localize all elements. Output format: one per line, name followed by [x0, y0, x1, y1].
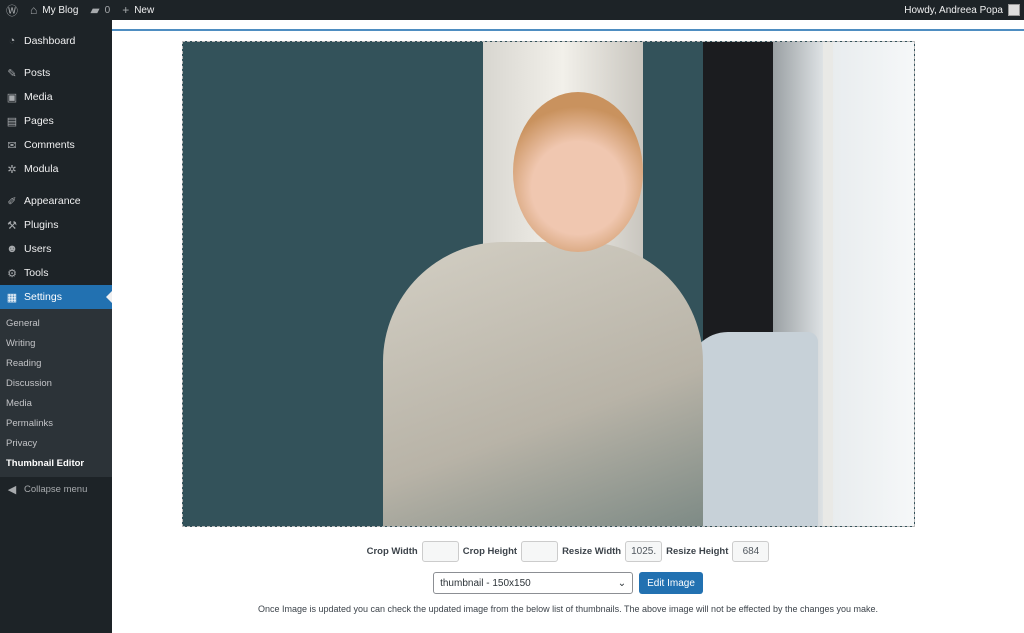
submenu-item-discussion[interactable]: Discussion — [0, 373, 112, 393]
sidebar-item-label: Tools — [24, 267, 49, 279]
dashboard-icon: ◔ — [8, 35, 16, 47]
info-note: Once Image is updated you can check the … — [257, 604, 879, 614]
sidebar-item-label: Dashboard — [24, 35, 76, 47]
resize-width-input[interactable]: 1025. — [625, 541, 663, 562]
sidebar-item-media[interactable]: ▣ Media — [0, 85, 112, 109]
howdy-text: Howdy, Andreea Popa — [904, 4, 1003, 16]
submenu-item-permalinks[interactable]: Permalinks — [0, 413, 112, 433]
wordpress-logo-button[interactable]: Ⓦ — [0, 0, 24, 20]
sidebar-item-label: Appearance — [24, 195, 81, 207]
submenu-item-media[interactable]: Media — [0, 393, 112, 413]
resize-height-input[interactable]: 684 — [732, 541, 770, 562]
sidebar-item-modula[interactable]: ✲ Modula — [0, 157, 112, 181]
posts-icon: ✎ — [7, 67, 17, 80]
users-icon: ☻ — [6, 243, 18, 255]
resize-width-label: Resize Width — [562, 546, 622, 557]
collapse-icon: ◀ — [7, 483, 17, 496]
plus-icon: + — [122, 3, 130, 17]
site-link[interactable]: ⌂ My Blog — [24, 0, 84, 20]
crop-width-input[interactable] — [421, 541, 459, 562]
divider — [112, 29, 1024, 31]
new-label: New — [134, 4, 155, 16]
image-preview — [182, 41, 915, 527]
selected-size: thumbnail - 150x150 — [440, 577, 531, 589]
sidebar-item-pages[interactable]: ▤ Pages — [0, 109, 112, 133]
sidebar-item-appearance[interactable]: ✐ Appearance — [0, 189, 112, 213]
sidebar-item-label: Users — [24, 243, 52, 255]
sidebar-item-label: Posts — [24, 67, 51, 79]
media-icon: ▣ — [6, 91, 18, 104]
pages-icon: ▤ — [6, 115, 18, 128]
sidebar-item-posts[interactable]: ✎ Posts — [0, 61, 112, 85]
sidebar-item-tools[interactable]: ⚙ Tools — [0, 261, 112, 285]
crop-height-label: Crop Height — [462, 546, 518, 557]
sidebar-item-comments[interactable]: ✉ Comments — [0, 133, 112, 157]
sidebar-item-dashboard[interactable]: ◔ Dashboard — [0, 29, 112, 53]
account-menu[interactable]: Howdy, Andreea Popa — [904, 0, 1020, 20]
chevron-down-icon: ⌄ — [617, 577, 627, 589]
resize-height-label: Resize Height — [666, 546, 729, 557]
dimension-controls: Crop Width Crop Height Resize Width 1025… — [112, 541, 1024, 562]
submenu-item-privacy[interactable]: Privacy — [0, 433, 112, 453]
main-content: Crop Width Crop Height Resize Width 1025… — [112, 20, 1024, 633]
comments-icon: ✉ — [7, 139, 17, 152]
admin-sidebar: ◔ Dashboard ✎ Posts ▣ Media ▤ Pages ✉ Comments ✲ Mo… — [0, 20, 112, 633]
wordpress-icon: Ⓦ — [6, 3, 19, 18]
settings-submenu: General Writing Reading Discussion Media Perm… — [0, 309, 112, 477]
submenu-item-reading[interactable]: Reading — [0, 353, 112, 373]
edit-image-button[interactable]: Edit Image — [639, 572, 703, 594]
comments-link[interactable]: ▰ 0 — [84, 0, 116, 20]
modula-icon: ✲ — [7, 163, 17, 176]
home-icon: ⌂ — [30, 3, 38, 17]
avatar — [1008, 4, 1020, 16]
sidebar-item-settings[interactable]: ▦ Settings — [0, 285, 112, 309]
sidebar-item-label: Modula — [24, 163, 59, 175]
sidebar-item-label: Settings — [24, 291, 62, 303]
submenu-item-writing[interactable]: Writing — [0, 333, 112, 353]
settings-icon: ▦ — [6, 291, 18, 304]
sidebar-item-label: Pages — [24, 115, 54, 127]
admin-bar: Ⓦ ⌂ My Blog ▰ 0 + New Howdy, Andreea Popa — [0, 0, 1024, 20]
comment-count: 0 — [104, 4, 111, 16]
sidebar-item-users[interactable]: ☻ Users — [0, 237, 112, 261]
crop-width-label: Crop Width — [366, 546, 418, 557]
thumbnail-size-select[interactable]: thumbnail - 150x150 ⌄ — [433, 572, 634, 594]
sidebar-item-label: Plugins — [24, 219, 59, 231]
sidebar-item-label: Comments — [24, 139, 75, 151]
submenu-item-thumbnail-editor[interactable]: Thumbnail Editor — [0, 453, 112, 473]
crop-height-input[interactable] — [521, 541, 559, 562]
submenu-item-general[interactable]: General — [0, 313, 112, 333]
collapse-menu-button[interactable]: ◀ Collapse menu — [0, 477, 112, 501]
appearance-icon: ✐ — [7, 195, 17, 208]
tools-icon: ⚙ — [7, 267, 17, 280]
collapse-label: Collapse menu — [24, 483, 88, 495]
site-name: My Blog — [42, 4, 79, 16]
sidebar-item-label: Media — [24, 91, 53, 103]
plugins-icon: ⚒ — [7, 219, 17, 232]
sidebar-item-plugins[interactable]: ⚒ Plugins — [0, 213, 112, 237]
comment-icon: ▰ — [90, 3, 100, 17]
new-content-button[interactable]: + New — [116, 0, 160, 20]
